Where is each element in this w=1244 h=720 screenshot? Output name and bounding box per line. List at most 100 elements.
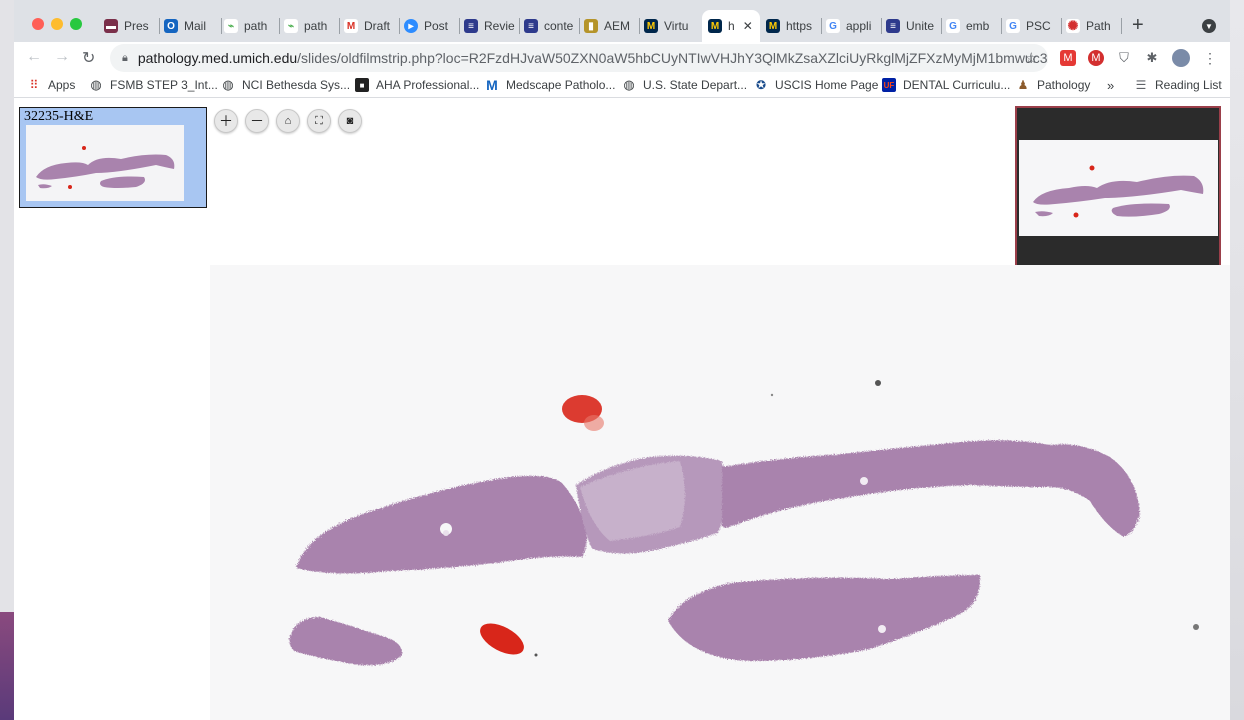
- bookmarks-bar: ⠿ Apps ◍ FSMB STEP 3_Int... ◍ NCI Bethes…: [14, 74, 1230, 98]
- bookmark-dental[interactable]: UF DENTAL Curriculu...: [882, 78, 1010, 92]
- umich-icon: M: [708, 19, 722, 33]
- tissue-section-image: [289, 380, 1199, 666]
- fullscreen-icon: ⛶: [315, 114, 323, 127]
- bookmarks-overflow-button[interactable]: »: [1107, 78, 1114, 93]
- bookmark-medscape[interactable]: M Medscape Patholo...: [485, 77, 615, 93]
- tab-mail[interactable]: O Mail: [164, 14, 222, 38]
- bookmark-apps[interactable]: ⠿ Apps: [27, 78, 76, 92]
- tab-aem[interactable]: ▮ AEM: [584, 14, 640, 38]
- journal-icon: ≡: [524, 19, 538, 33]
- microscope-icon: ⌁: [284, 19, 298, 33]
- bookmark-fsmb[interactable]: ◍ FSMB STEP 3_Int...: [89, 77, 218, 92]
- browser-toolbar: ← → ↻ 🔒︎ pathology.med.umich.edu/slides/…: [14, 42, 1230, 74]
- globe-icon: ◍: [90, 77, 102, 92]
- extension-m-icon[interactable]: M: [1060, 50, 1076, 66]
- tab-https[interactable]: M https: [766, 14, 822, 38]
- person-icon: ♟: [1017, 78, 1029, 92]
- slides-icon: ▬: [104, 19, 118, 33]
- navigator-overview[interactable]: [1015, 106, 1221, 268]
- tab-appli[interactable]: G appli: [826, 14, 882, 38]
- tab-virtual[interactable]: M Virtu: [644, 14, 702, 38]
- tab-pres[interactable]: ▬ Pres: [104, 14, 160, 38]
- tab-content[interactable]: ≡ conte: [524, 14, 580, 38]
- tab-emb[interactable]: G emb: [946, 14, 1002, 38]
- maximize-window-button[interactable]: [70, 18, 82, 30]
- journal-icon: ≡: [464, 19, 478, 33]
- slide-viewer-page: 32235-H&E ＋ － ⌂ ⛶ ◙: [14, 99, 1230, 720]
- navigator-thumbnail: [1019, 140, 1218, 236]
- google-icon: G: [1006, 19, 1020, 33]
- aha-icon: ■: [355, 78, 369, 92]
- gmail-icon: M: [344, 19, 358, 33]
- address-bar[interactable]: 🔒︎ pathology.med.umich.edu/slides/oldfil…: [110, 44, 1048, 72]
- bookmark-nci[interactable]: ◍ NCI Bethesda Sys...: [221, 77, 350, 92]
- close-window-button[interactable]: [32, 18, 44, 30]
- tab-active[interactable]: M h ✕: [702, 10, 760, 42]
- tab-review[interactable]: ≡ Revie: [464, 14, 520, 38]
- outlook-icon: O: [164, 19, 178, 33]
- bookmark-aha[interactable]: ■ AHA Professional...: [355, 78, 479, 92]
- forward-arrow-icon[interactable]: →: [54, 48, 70, 66]
- book-icon: ▮: [584, 19, 598, 33]
- plus-icon: ＋: [219, 113, 233, 129]
- apps-grid-icon: ⠿: [29, 78, 39, 92]
- fullscreen-button[interactable]: ⛶: [307, 109, 331, 133]
- google-icon: G: [826, 19, 840, 33]
- tab-strip: ▬ Pres O Mail ⌁ path ⌁ path M Draft ▸ Po…: [14, 0, 1230, 42]
- journal-icon: ≡: [886, 19, 900, 33]
- tab-psc[interactable]: G PSC: [1006, 14, 1062, 38]
- zoom-out-button[interactable]: －: [245, 109, 269, 133]
- reload-icon[interactable]: ↻: [82, 48, 95, 68]
- desktop-background-right: [1230, 0, 1244, 720]
- globe-icon: ◍: [623, 77, 635, 92]
- menu-kebab-icon[interactable]: ⋮: [1202, 50, 1218, 66]
- slide-thumbnail-image: [36, 146, 175, 189]
- tab-post[interactable]: ▸ Post: [404, 14, 460, 38]
- tab-path-3[interactable]: ✺ Path: [1066, 14, 1122, 38]
- desktop-wallpaper: [0, 612, 14, 720]
- lock-icon: 🔒︎: [122, 51, 128, 64]
- camera-icon: ◙: [346, 115, 354, 127]
- filmstrip-title: 32235-H&E: [24, 109, 94, 124]
- google-icon: G: [946, 19, 960, 33]
- umich-icon: M: [644, 19, 658, 33]
- bookmark-pathology[interactable]: ♟ Pathology: [1016, 78, 1091, 92]
- bookmark-star-icon[interactable]: ☆: [1025, 49, 1038, 67]
- new-tab-button[interactable]: +: [1132, 14, 1144, 37]
- medscape-icon: M: [486, 77, 498, 93]
- uf-icon: UF: [882, 78, 896, 92]
- profile-avatar[interactable]: [1172, 49, 1190, 67]
- microscope-icon: ⌁: [224, 19, 238, 33]
- bookmark-uscis[interactable]: ✪ USCIS Home Page: [754, 78, 878, 92]
- globe-icon: ◍: [222, 77, 234, 92]
- tab-search-icon[interactable]: ▼: [1202, 19, 1216, 33]
- url-text: pathology.med.umich.edu/slides/oldfilmst…: [137, 50, 1048, 66]
- slide-thumbnail: [26, 125, 184, 201]
- tab-draft[interactable]: M Draft: [344, 14, 400, 38]
- browser-window: ▬ Pres O Mail ⌁ path ⌁ path M Draft ▸ Po…: [14, 0, 1230, 720]
- tab-path-1[interactable]: ⌁ path: [224, 14, 280, 38]
- slide-viewport[interactable]: [210, 265, 1230, 720]
- reading-list-icon: ☰: [1135, 78, 1147, 92]
- extension-red-icon[interactable]: M: [1088, 50, 1104, 66]
- screenshot-button[interactable]: ◙: [338, 109, 362, 133]
- gear-icon: ✺: [1066, 18, 1080, 33]
- zoom-icon: ▸: [404, 19, 418, 33]
- seal-icon: ✪: [755, 78, 767, 92]
- minimize-window-button[interactable]: [51, 18, 63, 30]
- back-arrow-icon[interactable]: ←: [26, 48, 42, 66]
- reading-list-button[interactable]: ☰ Reading List: [1134, 78, 1222, 92]
- shield-icon[interactable]: ⛉: [1116, 50, 1132, 66]
- home-button[interactable]: ⌂: [276, 109, 300, 133]
- umich-icon: M: [766, 19, 780, 33]
- close-tab-icon[interactable]: ✕: [743, 19, 753, 33]
- zoom-in-button[interactable]: ＋: [214, 109, 238, 133]
- home-icon: ⌂: [284, 115, 292, 127]
- filmstrip-item-selected[interactable]: 32235-H&E: [19, 107, 207, 208]
- extensions-puzzle-icon[interactable]: ✱: [1144, 50, 1160, 66]
- minus-icon: －: [250, 113, 264, 129]
- bookmark-state-dept[interactable]: ◍ U.S. State Depart...: [622, 77, 747, 92]
- tab-united[interactable]: ≡ Unite: [886, 14, 942, 38]
- navigator-thumbnail-image: [1033, 165, 1204, 218]
- tab-path-2[interactable]: ⌁ path: [284, 14, 340, 38]
